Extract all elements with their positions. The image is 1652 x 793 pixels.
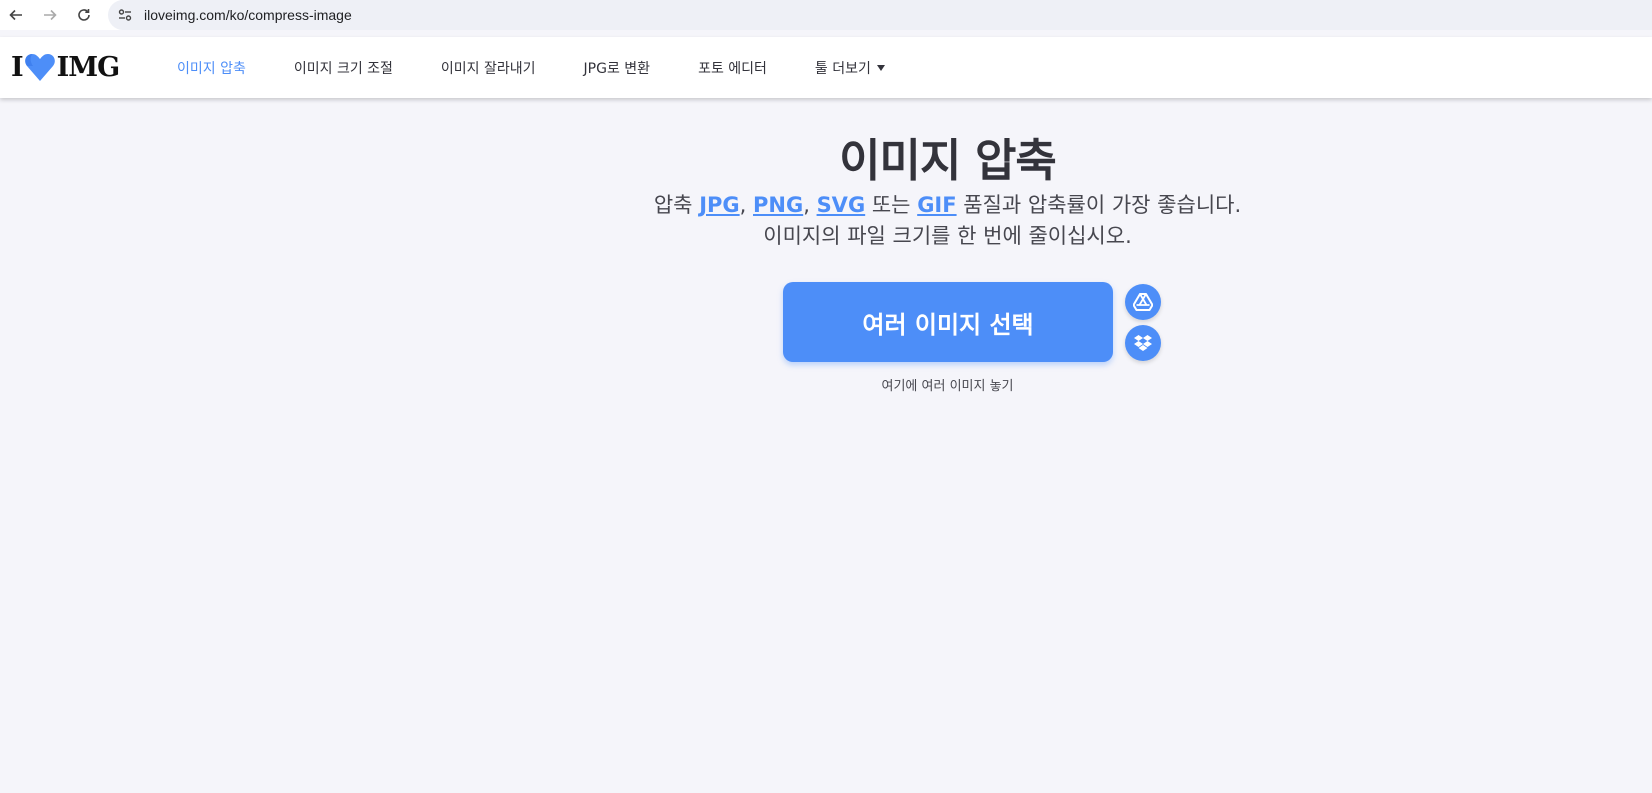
iloveimg-logo[interactable]: I IMG: [11, 51, 121, 83]
url-text: iloveimg.com/ko/compress-image: [144, 7, 352, 23]
subtitle-line-2: 이미지의 파일 크기를 한 번에 줄이십시오.: [763, 224, 1132, 248]
dropbox-button[interactable]: [1125, 325, 1161, 361]
main-menu: 이미지 압축 이미지 크기 조절 이미지 잘라내기 JPG로 변환 포토 에디터…: [177, 37, 933, 98]
site-header: I IMG 이미지 압축 이미지 크기 조절 이미지 잘라내기 JPG로 변환 …: [0, 37, 1652, 98]
menu-item-convert-jpg[interactable]: JPG로 변환: [584, 58, 651, 78]
logo-text-left: I: [11, 51, 24, 83]
menu-item-crop[interactable]: 이미지 잘라내기: [441, 58, 536, 78]
reload-icon[interactable]: [72, 3, 96, 27]
back-icon[interactable]: [4, 3, 28, 27]
forward-icon[interactable]: [38, 3, 62, 27]
dropbox-icon: [1134, 335, 1152, 351]
svg-link[interactable]: SVG: [817, 193, 866, 217]
drop-hint: 여기에 여러 이미지 놓기: [881, 379, 1014, 394]
logo-text-right: IMG: [56, 51, 121, 83]
png-link[interactable]: PNG: [753, 193, 803, 217]
page-title: 이미지 압축: [839, 134, 1057, 187]
site-settings-icon[interactable]: [116, 6, 134, 24]
gif-link[interactable]: GIF: [917, 193, 956, 217]
subtitle-line-1: 압축 JPG, PNG, SVG 또는 GIF 품질과 압축률이 가장 좋습니다…: [0, 190, 1652, 221]
more-tools-label: 툴 더보기: [814, 60, 871, 77]
address-bar[interactable]: iloveimg.com/ko/compress-image: [108, 0, 1652, 30]
browser-toolbar: iloveimg.com/ko/compress-image: [0, 0, 1652, 30]
select-images-button[interactable]: 여러 이미지 선택: [783, 282, 1113, 362]
subtitle-suffix: 품질과 압축률이 가장 좋습니다.: [956, 193, 1242, 217]
google-drive-icon: [1133, 293, 1153, 311]
page-subtitle: 압축 JPG, PNG, SVG 또는 GIF 품질과 압축률이 가장 좋습니다…: [0, 190, 1652, 252]
caret-down-icon: [876, 64, 885, 71]
menu-item-compress[interactable]: 이미지 압축: [177, 58, 246, 78]
subtitle-prefix: 압축: [653, 193, 693, 217]
heart-icon: [24, 54, 55, 81]
separator: ,: [803, 193, 817, 217]
menu-item-photo-editor[interactable]: 포토 에디터: [698, 58, 767, 78]
google-drive-button[interactable]: [1125, 284, 1161, 320]
jpg-link[interactable]: JPG: [699, 193, 739, 217]
menu-item-more-tools[interactable]: 툴 더보기: [815, 58, 885, 78]
menu-item-resize[interactable]: 이미지 크기 조절: [294, 58, 393, 78]
separator: ,: [739, 193, 753, 217]
subtitle-or: 또는: [865, 193, 918, 217]
